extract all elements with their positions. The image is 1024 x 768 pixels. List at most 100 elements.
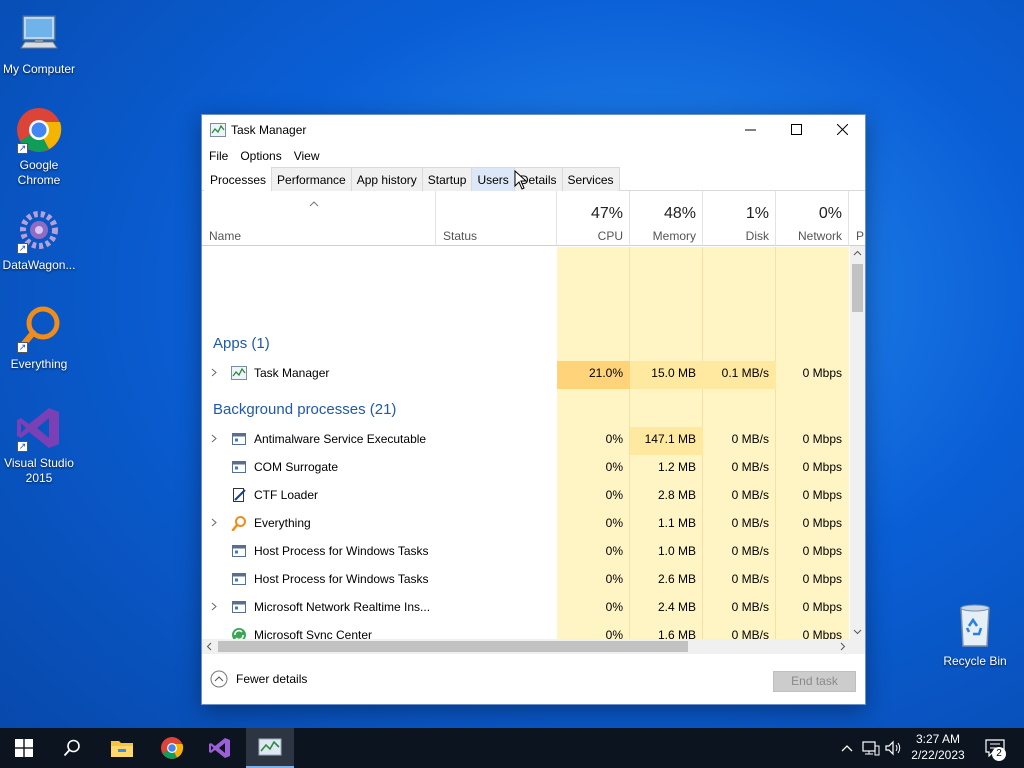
tab-users[interactable]: Users bbox=[471, 167, 515, 191]
network-value: 0 Mbps bbox=[802, 572, 842, 586]
chrome-icon: ↗ bbox=[15, 106, 63, 154]
vertical-scrollbar[interactable] bbox=[850, 246, 865, 639]
cpu-value: 0% bbox=[605, 516, 623, 530]
ctf-loader-icon bbox=[233, 488, 246, 502]
process-name: Task Manager bbox=[254, 366, 330, 380]
taskbar-chrome[interactable] bbox=[148, 728, 196, 768]
memory-value: 1.1 MB bbox=[657, 516, 696, 530]
cpu-value: 0% bbox=[605, 488, 623, 502]
search-icon bbox=[63, 739, 80, 757]
start-button[interactable] bbox=[0, 728, 48, 768]
column-label: Name bbox=[209, 229, 242, 243]
desktop-icon-label: Visual Studio 2015 bbox=[4, 456, 74, 485]
cpu-value: 0% bbox=[605, 628, 623, 639]
process-name: Microsoft Network Realtime Ins... bbox=[254, 600, 431, 614]
taskbar-search-button[interactable] bbox=[48, 728, 96, 768]
desktop-icon-datawagon[interactable]: ↗ DataWagon... bbox=[0, 206, 78, 273]
menu-view[interactable]: View bbox=[288, 145, 326, 167]
chevron-right-icon[interactable] bbox=[211, 518, 217, 527]
column-header-disk[interactable]: 1% Disk bbox=[703, 191, 776, 246]
tab-bar: Processes Performance App history Startu… bbox=[202, 167, 865, 192]
task-manager-icon bbox=[231, 366, 247, 380]
close-icon bbox=[836, 124, 848, 135]
tab-startup[interactable]: Startup bbox=[421, 167, 473, 191]
end-task-button[interactable]: End task bbox=[773, 671, 856, 692]
memory-value: 2.8 MB bbox=[657, 488, 696, 502]
menu-file[interactable]: File bbox=[203, 145, 234, 167]
column-header-memory[interactable]: 48% Memory bbox=[630, 191, 703, 246]
desktop-icon-everything[interactable]: ↗ Everything bbox=[0, 305, 78, 372]
table-row[interactable]: Host Process for Windows Tasks 0% 2.6 MB 0 … bbox=[202, 565, 850, 593]
desktop-icon-recycle-bin[interactable]: Recycle Bin bbox=[936, 602, 1014, 669]
network-value: 0 Mbps bbox=[802, 432, 842, 446]
clock-time: 3:27 AM bbox=[915, 732, 961, 746]
disk-total: 1% bbox=[745, 205, 769, 222]
taskbar-visual-studio[interactable] bbox=[196, 728, 244, 768]
chevron-right-icon[interactable] bbox=[211, 602, 217, 611]
table-row[interactable]: CTF Loader 0% 2.8 MB 0 MB/s 0 Mbps bbox=[202, 481, 850, 509]
table-row[interactable]: Microsoft Network Realtime Ins... 0% 2.4 M… bbox=[202, 593, 850, 621]
taskbar-task-manager[interactable] bbox=[246, 728, 294, 768]
network-value: 0 Mbps bbox=[802, 516, 842, 530]
menu-bar: File Options View bbox=[202, 145, 865, 167]
desktop-icon-chrome[interactable]: ↗ Google Chrome bbox=[0, 106, 78, 188]
column-label: Network bbox=[797, 229, 842, 243]
chevron-up-icon bbox=[841, 745, 853, 752]
desktop-icon-my-computer[interactable]: My Computer bbox=[0, 10, 78, 77]
start-icon bbox=[15, 739, 33, 757]
tab-performance[interactable]: Performance bbox=[271, 167, 352, 191]
column-header-network[interactable]: 0% Network bbox=[776, 191, 849, 246]
tab-processes[interactable]: Processes bbox=[204, 167, 273, 192]
chevron-right-icon[interactable] bbox=[211, 368, 217, 377]
process-name: Antimalware Service Executable bbox=[254, 432, 427, 446]
scroll-up-icon[interactable] bbox=[850, 246, 865, 261]
table-row[interactable]: Task Manager 21.0% 15.0 MB 0.1 MB/s 0 Mb… bbox=[202, 359, 850, 387]
desktop-icon-label: Google Chrome bbox=[17, 158, 61, 187]
show-hidden-icons-button[interactable] bbox=[838, 728, 856, 768]
everything-icon bbox=[231, 516, 246, 531]
disk-value: 0 MB/s bbox=[731, 544, 769, 558]
chevron-up-circle-icon bbox=[210, 670, 228, 688]
tab-app-history[interactable]: App history bbox=[350, 167, 423, 191]
window-title: Task Manager bbox=[231, 123, 307, 137]
scrollbar-thumb[interactable] bbox=[852, 264, 863, 312]
memory-value: 1.2 MB bbox=[657, 460, 696, 474]
taskbar-file-explorer[interactable] bbox=[98, 728, 146, 768]
close-button[interactable] bbox=[819, 115, 865, 144]
table-row[interactable]: Everything 0% 1.1 MB 0 MB/s 0 Mbps bbox=[202, 509, 850, 537]
system-clock[interactable]: 3:27 AM 2/22/2023 bbox=[904, 731, 972, 763]
column-header-power[interactable]: P bbox=[849, 191, 865, 246]
scrollbar-thumb[interactable] bbox=[218, 641, 688, 652]
scroll-left-icon[interactable] bbox=[202, 639, 217, 654]
title-bar[interactable]: Task Manager bbox=[202, 115, 865, 145]
network-tray-button[interactable] bbox=[860, 728, 882, 768]
maximize-button[interactable] bbox=[773, 115, 819, 144]
cpu-value: 0% bbox=[605, 600, 623, 614]
network-value: 0 Mbps bbox=[802, 628, 842, 639]
taskbar: 3:27 AM 2/22/2023 2 bbox=[0, 728, 1024, 768]
scroll-right-icon[interactable] bbox=[835, 639, 850, 654]
process-name: Host Process for Windows Tasks bbox=[254, 572, 429, 586]
column-header-name[interactable]: Name bbox=[202, 191, 436, 246]
chevron-right-icon[interactable] bbox=[211, 434, 217, 443]
volume-tray-button[interactable] bbox=[884, 728, 904, 768]
shortcut-arrow-icon: ↗ bbox=[17, 243, 28, 254]
minimize-button[interactable] bbox=[727, 115, 773, 144]
table-row[interactable]: Antimalware Service Executable 0% 147.1 MB… bbox=[202, 425, 850, 453]
table-row[interactable]: Microsoft Sync Center 0% 1.6 MB 0 MB/s 0 Mbp… bbox=[202, 621, 850, 639]
table-row[interactable]: Host Process for Windows Tasks 0% 1.0 MB 0 … bbox=[202, 537, 850, 565]
table-row[interactable]: COM Surrogate 0% 1.2 MB 0 MB/s 0 Mbps bbox=[202, 453, 850, 481]
column-header-cpu[interactable]: 47% CPU bbox=[557, 191, 630, 246]
volume-icon bbox=[885, 740, 901, 756]
column-header-status[interactable]: Status bbox=[436, 191, 557, 246]
scroll-down-icon[interactable] bbox=[850, 624, 865, 639]
horizontal-scrollbar[interactable] bbox=[202, 639, 850, 654]
desktop-icon-visual-studio[interactable]: ↗ Visual Studio 2015 bbox=[0, 404, 78, 486]
fewer-details-button[interactable]: Fewer details bbox=[210, 670, 307, 688]
process-name: COM Surrogate bbox=[254, 460, 339, 474]
file-explorer-icon bbox=[111, 741, 133, 757]
menu-options[interactable]: Options bbox=[234, 145, 287, 167]
desktop-icon-label: Everything bbox=[10, 357, 68, 371]
disk-value: 0 MB/s bbox=[731, 600, 769, 614]
tab-services[interactable]: Services bbox=[561, 167, 620, 191]
